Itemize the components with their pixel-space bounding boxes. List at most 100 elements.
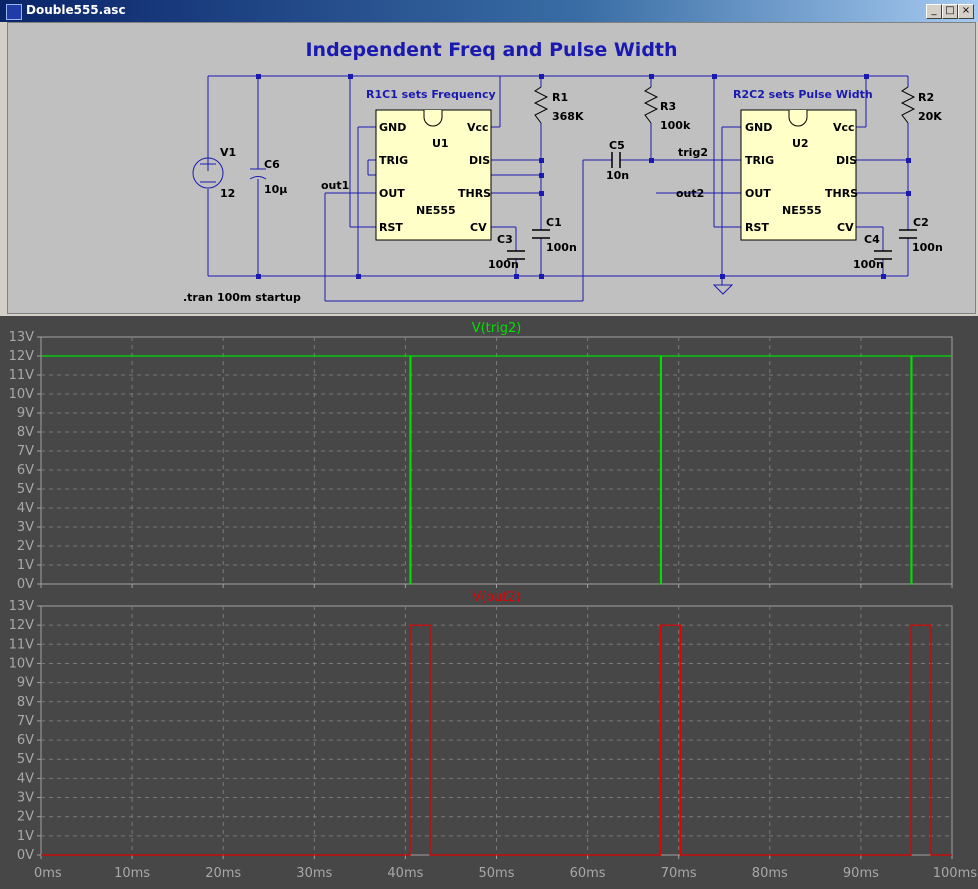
c1-name[interactable]: C1 <box>546 216 562 229</box>
y-tick-label: 4V <box>17 501 34 516</box>
u2-part[interactable]: NE555 <box>782 204 822 217</box>
y-tick-label: 4V <box>17 771 34 786</box>
resistor-r3-icon <box>643 86 659 124</box>
y-tick-label: 6V <box>17 463 34 478</box>
x-tick-label: 0ms <box>34 866 62 881</box>
y-tick-label: 11V <box>9 637 35 652</box>
u2-pin-dis: DIS <box>836 154 858 167</box>
x-tick-label: 30ms <box>296 866 332 881</box>
v1-value[interactable]: 12 <box>220 187 235 200</box>
x-tick-label: 40ms <box>387 866 423 881</box>
trace-title-1: V(out2) <box>472 590 521 605</box>
trace-title-0: V(trig2) <box>472 321 522 336</box>
c3-value[interactable]: 100n <box>488 258 519 271</box>
u2-pin-thrs: THRS <box>825 187 859 200</box>
spice-directive[interactable]: .tran 100m startup <box>183 291 301 304</box>
c2-value[interactable]: 100n <box>912 241 943 254</box>
y-tick-label: 11V <box>9 368 35 383</box>
u1-pin-cv: CV <box>470 221 487 234</box>
x-tick-label: 50ms <box>479 866 515 881</box>
waveform-plot-svg[interactable]: 0V 1V 2V 3V 4V 5V 6V 7V 8V 9V 10V 11V 12V 13V V(trig2)… <box>0 316 978 889</box>
y-tick-label: 9V <box>17 676 34 691</box>
y-tick-label: 5V <box>17 752 34 767</box>
x-tick-label: 60ms <box>570 866 606 881</box>
u1-ref[interactable]: U1 <box>432 137 449 150</box>
u1-pin-trig: TRIG <box>379 154 409 167</box>
y-tick-label: 6V <box>17 733 34 748</box>
y-tick-label: 2V <box>17 810 34 825</box>
y-tick-label: 3V <box>17 791 34 806</box>
x-tick-label: 10ms <box>114 866 150 881</box>
c5-value[interactable]: 10n <box>606 169 629 182</box>
x-tick-label: 80ms <box>752 866 788 881</box>
y-tick-label: 1V <box>17 558 34 573</box>
c5-name[interactable]: C5 <box>609 139 625 152</box>
y-tick-label: 1V <box>17 829 34 844</box>
v1-name[interactable]: V1 <box>220 146 236 159</box>
voltage-source-icon <box>192 157 224 189</box>
u1-pin-dis: DIS <box>469 154 491 167</box>
window-titlebar: Double555.asc _ □ × <box>0 0 978 22</box>
y-tick-label: 13V <box>9 599 35 614</box>
x-tick-label: 100ms <box>933 866 977 881</box>
u2-pin-cv: CV <box>837 221 854 234</box>
r1-value[interactable]: 368K <box>552 110 584 123</box>
r3-value[interactable]: 100k <box>660 119 690 132</box>
y-tick-label: 0V <box>17 577 34 592</box>
minimize-button[interactable]: _ <box>926 4 942 19</box>
r2-value[interactable]: 20K <box>918 110 942 123</box>
resistor-r1-icon <box>533 86 549 124</box>
u1-pin-out: OUT <box>379 187 405 200</box>
close-button[interactable]: × <box>958 4 974 19</box>
u2-pin-rst: RST <box>745 221 769 234</box>
schematic-pane[interactable]: Independent Freq and Pulse Width R1C1 se… <box>7 22 976 314</box>
y-tick-label: 12V <box>9 618 35 633</box>
y-tick-label: 5V <box>17 482 34 497</box>
net-label-out2[interactable]: out2 <box>676 187 704 200</box>
r1-name[interactable]: R1 <box>552 91 568 104</box>
u1-pin-gnd: GND <box>379 121 407 134</box>
net-label-out1[interactable]: out1 <box>321 179 349 192</box>
u2-pin-vcc: Vcc <box>833 121 855 134</box>
u1-pin-rst: RST <box>379 221 403 234</box>
y-tick-label: 8V <box>17 425 34 440</box>
y-tick-label: 10V <box>9 656 35 671</box>
y-tick-label: 9V <box>17 406 34 421</box>
maximize-button[interactable]: □ <box>942 4 958 19</box>
u1-pin-thrs: THRS <box>458 187 492 200</box>
y-tick-label: 2V <box>17 539 34 554</box>
ltspice-app-icon <box>6 4 22 20</box>
resistor-r2-icon <box>900 86 916 124</box>
u1-pin-vcc: Vcc <box>467 121 489 134</box>
u2-pin-trig: TRIG <box>745 154 775 167</box>
u2-ref[interactable]: U2 <box>792 137 809 150</box>
x-tick-label: 70ms <box>661 866 697 881</box>
c1-value[interactable]: 100n <box>546 241 577 254</box>
x-tick-label: 20ms <box>205 866 241 881</box>
ground-symbol <box>712 284 734 295</box>
r3-name[interactable]: R3 <box>660 100 676 113</box>
y-tick-label: 7V <box>17 444 34 459</box>
c6-value[interactable]: 10µ <box>264 183 287 196</box>
block2-label: R2C2 sets Pulse Width <box>733 88 873 101</box>
y-tick-label: 13V <box>9 330 35 345</box>
block1-label: R1C1 sets Frequency <box>366 88 496 101</box>
r2-name[interactable]: R2 <box>918 91 934 104</box>
c2-name[interactable]: C2 <box>913 216 929 229</box>
y-tick-label: 8V <box>17 695 34 710</box>
c4-name[interactable]: C4 <box>864 233 880 246</box>
y-tick-label: 7V <box>17 714 34 729</box>
y-tick-label: 12V <box>9 349 35 364</box>
window-title: Double555.asc <box>26 3 126 17</box>
c6-name[interactable]: C6 <box>264 158 280 171</box>
u2-pin-gnd: GND <box>745 121 773 134</box>
y-tick-label: 3V <box>17 520 34 535</box>
x-tick-label: 90ms <box>843 866 879 881</box>
u2-pin-out: OUT <box>745 187 771 200</box>
c4-value[interactable]: 100n <box>853 258 884 271</box>
u1-part[interactable]: NE555 <box>416 204 456 217</box>
waveform-viewer[interactable]: 0V 1V 2V 3V 4V 5V 6V 7V 8V 9V 10V 11V 12V 13V V(trig2)… <box>0 316 978 889</box>
net-label-trig2[interactable]: trig2 <box>678 146 708 159</box>
y-tick-label: 0V <box>17 848 34 863</box>
c3-name[interactable]: C3 <box>497 233 513 246</box>
